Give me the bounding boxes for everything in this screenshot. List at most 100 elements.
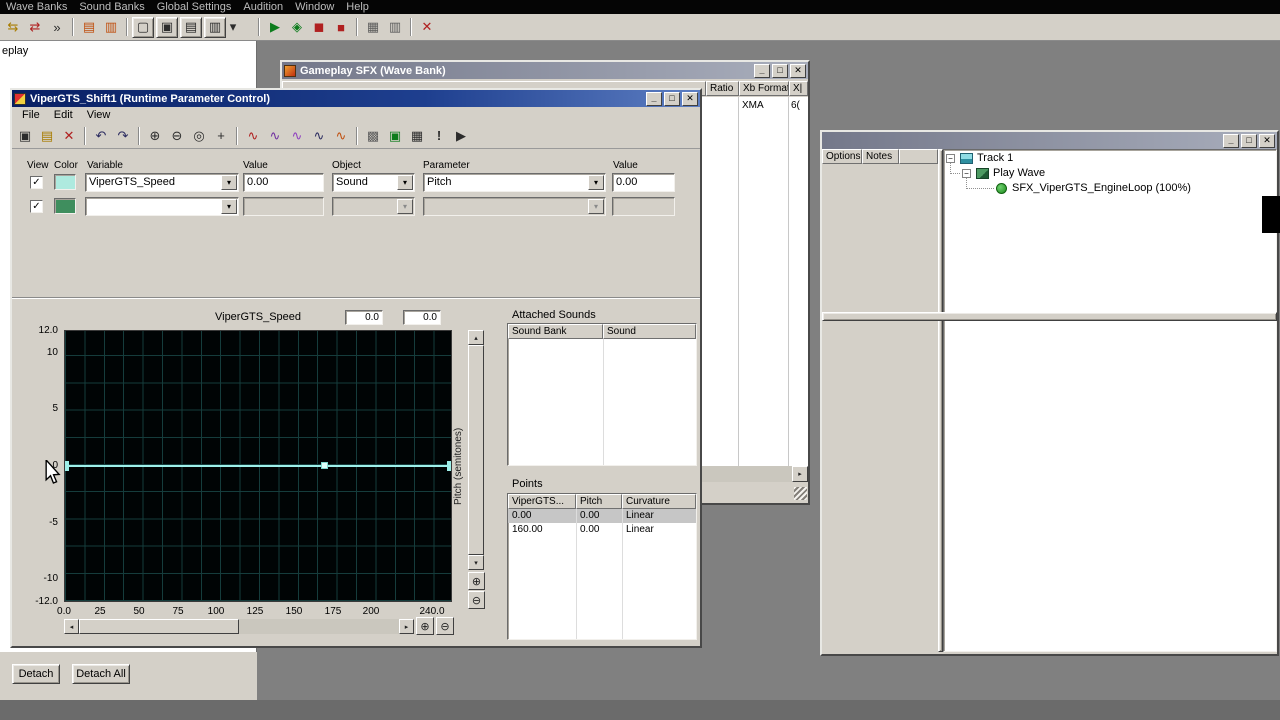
zoom-out-icon[interactable]: ⊖ — [166, 125, 188, 146]
play-icon[interactable]: ▶ — [264, 17, 286, 38]
curve-endpoint-left[interactable] — [65, 461, 69, 471]
zoom-y-out-icon[interactable]: ⊖ — [468, 591, 485, 609]
rpc-curve-line[interactable] — [65, 465, 451, 467]
menu-file[interactable]: File — [16, 108, 48, 122]
scroll-right-icon[interactable]: ▸ — [399, 619, 414, 634]
value2-input[interactable]: 0.00 — [612, 173, 675, 192]
preview-play-icon[interactable]: ▶ — [450, 125, 472, 146]
grid-toggle-icon[interactable]: ▩ — [362, 125, 384, 146]
attached-sounds-table[interactable]: Sound Bank Sound — [507, 323, 697, 466]
paste-icon[interactable]: ▣ — [14, 125, 36, 146]
minimize-button[interactable]: _ — [646, 91, 662, 106]
undo-icon[interactable]: ↶ — [90, 125, 112, 146]
preset-step-icon[interactable]: ∿ — [308, 125, 330, 146]
delete-icon[interactable]: ✕ — [58, 125, 80, 146]
column-header-ratio[interactable]: Ratio — [706, 81, 739, 96]
close-button[interactable]: ✕ — [1259, 133, 1275, 148]
build-report-icon[interactable]: ▥ — [100, 17, 122, 38]
curve-point[interactable] — [321, 462, 328, 469]
column-header-notes[interactable]: Notes — [862, 149, 899, 164]
wavebank-titlebar[interactable]: Gameplay SFX (Wave Bank) _ □ ✕ — [282, 62, 808, 79]
snap-toggle-icon[interactable]: ▣ — [384, 125, 406, 146]
scroll-left-icon[interactable]: ◂ — [64, 619, 79, 634]
tree-collapse-box[interactable]: − — [962, 169, 971, 178]
maximize-button[interactable]: □ — [772, 63, 788, 78]
preset-linear-icon[interactable]: ∿ — [242, 125, 264, 146]
points-table[interactable]: ViperGTS... Pitch Curvature 0.00 0.00 Li… — [507, 493, 697, 640]
stop-icon[interactable]: ■ — [330, 17, 352, 38]
menu-global-settings[interactable]: Global Settings — [151, 0, 238, 14]
preset-curve-icon[interactable]: ∿ — [264, 125, 286, 146]
redo-icon[interactable]: ↷ — [112, 125, 134, 146]
zoom-x-in-icon[interactable]: ⊕ — [416, 617, 434, 635]
scroll-down-icon[interactable]: ▾ — [468, 555, 484, 570]
variable-combobox-empty[interactable]: ▾ — [85, 197, 239, 216]
column-header-curvature[interactable]: Curvature — [622, 494, 696, 509]
cell-xb-format[interactable]: XMA — [742, 100, 764, 111]
cell-clipped[interactable]: 6( — [791, 100, 800, 111]
parameter-combobox[interactable]: Pitch ▾ — [423, 173, 606, 192]
rpc-titlebar[interactable]: ViperGTS_Shift1 (Runtime Parameter Contr… — [12, 90, 700, 107]
detach-all-button[interactable]: Detach All — [72, 664, 130, 684]
audition-monitor-icon[interactable]: ◈ — [286, 17, 308, 38]
column-header-sound-bank[interactable]: Sound Bank — [508, 324, 603, 339]
column-header-xb-format[interactable]: Xb Format — [739, 81, 789, 96]
tree-item-wave[interactable]: SFX_ViperGTS_EngineLoop (100%) — [1012, 182, 1191, 194]
scroll-right-icon[interactable]: ▸ — [792, 466, 808, 482]
curve-color-swatch[interactable] — [54, 174, 76, 190]
copy-icon[interactable]: ▤ — [36, 125, 58, 146]
close-button[interactable]: ✕ — [790, 63, 806, 78]
menu-audition[interactable]: Audition — [237, 0, 289, 14]
scroll-up-icon[interactable]: ▴ — [468, 330, 484, 345]
chevron-down-icon[interactable]: ▾ — [588, 175, 604, 190]
build-icon[interactable]: ▤ — [78, 17, 100, 38]
view-checkbox[interactable]: ✓ — [30, 200, 43, 213]
maximize-button[interactable]: □ — [1241, 133, 1257, 148]
view-checkbox[interactable]: ✓ — [30, 176, 43, 189]
menu-view[interactable]: View — [81, 108, 119, 122]
horizontal-splitter[interactable] — [822, 312, 1277, 321]
window-list-icon[interactable]: ▤ — [180, 16, 202, 38]
points-row[interactable]: 160.00 0.00 Linear — [508, 523, 696, 537]
value-input[interactable]: 0.00 — [243, 173, 324, 192]
alert-icon[interactable]: ! — [428, 125, 450, 146]
crosshair-icon[interactable]: + — [210, 125, 232, 146]
graph-hscrollbar[interactable]: ◂ ▸ — [64, 619, 414, 634]
toolbar-options-caret[interactable]: ▾ — [226, 17, 240, 38]
zoom-x-out-icon[interactable]: ⊖ — [436, 617, 454, 635]
menu-window[interactable]: Window — [289, 0, 340, 14]
detach-button[interactable]: Detach — [12, 664, 60, 684]
window-cascade-icon[interactable]: ▢ — [132, 16, 154, 38]
window-columns-icon[interactable]: ▥ — [204, 16, 226, 38]
fast-forward-icon[interactable]: » — [46, 17, 68, 38]
maximize-button[interactable]: □ — [664, 91, 680, 106]
menu-sound-banks[interactable]: Sound Banks — [73, 0, 150, 14]
zoom-in-icon[interactable]: ⊕ — [144, 125, 166, 146]
column-header-options[interactable]: Options — [822, 149, 862, 164]
resize-grip[interactable] — [794, 487, 807, 500]
window-tile-icon[interactable]: ▣ — [156, 16, 178, 38]
preset-scurve-icon[interactable]: ∿ — [286, 125, 308, 146]
chevron-down-icon[interactable]: ▾ — [397, 175, 413, 190]
rpc-curve-plot[interactable] — [64, 330, 452, 602]
audition-stop-icon[interactable]: ◼ — [308, 17, 330, 38]
preset-custom-icon[interactable]: ∿ — [330, 125, 352, 146]
errors-icon[interactable]: ✕ — [416, 17, 438, 38]
transfer-icon[interactable]: ⇄ — [24, 17, 46, 38]
column-header-pitch[interactable]: Pitch — [576, 494, 622, 509]
close-button[interactable]: ✕ — [682, 91, 698, 106]
tree-collapse-box[interactable]: − — [946, 154, 955, 163]
menu-wave-banks[interactable]: Wave Banks — [0, 0, 73, 14]
minimize-button[interactable]: _ — [754, 63, 770, 78]
object-combobox[interactable]: Sound ▾ — [332, 173, 415, 192]
chevron-down-icon[interactable]: ▾ — [221, 175, 237, 190]
menu-help[interactable]: Help — [340, 0, 375, 14]
zoom-y-in-icon[interactable]: ⊕ — [468, 572, 485, 590]
minimize-button[interactable]: _ — [1223, 133, 1239, 148]
column-header-clipped[interactable]: X| — [789, 81, 808, 96]
scrollbar-thumb[interactable] — [79, 619, 239, 634]
tree-item-play-wave[interactable]: Play Wave — [993, 167, 1045, 179]
meters-icon[interactable]: ▦ — [362, 17, 384, 38]
sync-banks-icon[interactable]: ⇆ — [2, 17, 24, 38]
variable-combobox[interactable]: ViperGTS_Speed ▾ — [85, 173, 239, 192]
